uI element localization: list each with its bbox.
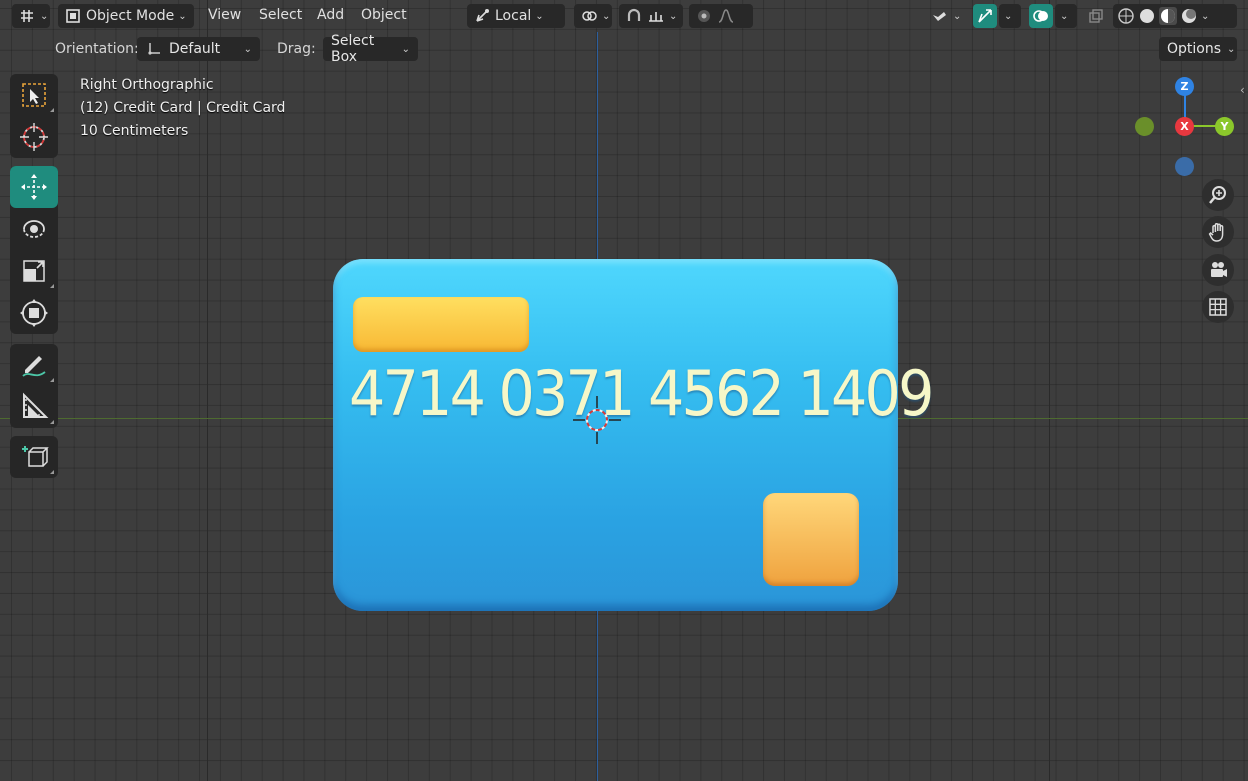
falloff-curve-icon[interactable] [717,7,735,25]
viewport-icon [18,7,36,25]
sidebar-toggle-icon[interactable]: ‹ [1240,83,1245,97]
rotate-icon[interactable] [10,208,58,250]
material-shading-icon[interactable] [1159,7,1177,25]
gizmo-dropdown[interactable]: ⌄ [999,4,1021,28]
orientation-label: Orientation: [55,41,139,57]
gizmo-x-axis[interactable]: X [1175,117,1194,136]
chevron-down-icon: ⌄ [40,10,49,22]
chevron-down-icon: ⌄ [1060,10,1069,22]
wireframe-shading-icon[interactable] [1117,7,1135,25]
viewport-header: ⌄ Object Mode ⌄ View Select Add Object L… [0,0,1248,32]
annotate-icon[interactable] [10,344,58,386]
object-mode-icon [64,7,82,25]
pan-button[interactable] [1202,216,1234,248]
chevron-down-icon: ⌄ [243,43,252,55]
camera-icon [1211,262,1227,277]
cursor-icon[interactable] [10,116,58,158]
ortho-grid-icon [1209,298,1227,316]
select-box-icon[interactable] [10,74,58,116]
transform-orientation-dropdown[interactable]: Local ⌄ [467,4,565,28]
view-name: Right Orthographic [80,77,214,93]
xray-icon [1087,7,1105,25]
gizmo-toggle[interactable] [973,4,997,28]
orientation-label: Local [495,8,532,24]
menu-select[interactable]: Select [259,7,302,23]
solid-shading-icon[interactable] [1138,7,1156,25]
3d-cursor-icon[interactable] [573,396,621,444]
gizmo-neg-y-axis[interactable] [1135,117,1154,136]
toolbar-group-annotate [10,344,58,428]
chevron-down-icon: ⌄ [602,10,611,22]
drag-dropdown[interactable]: Select Box ⌄ [323,33,418,65]
move-icon[interactable] [10,166,58,208]
visibility-dropdown[interactable]: ⌄ [925,4,967,28]
toolbar-group-add [10,436,58,478]
zoom-button[interactable] [1202,179,1234,211]
pan-hand-icon [1208,223,1224,242]
chevron-down-icon: ⌄ [1201,10,1210,22]
camera-frame-left [207,0,208,781]
scale-icon[interactable] [10,250,58,292]
card-stripe [353,297,529,352]
object-info: (12) Credit Card | Credit Card [80,100,286,116]
toolbar-group-select [10,74,58,158]
snap-group[interactable]: ⌄ [619,4,683,28]
pivot-icon [580,7,598,25]
card-number: 4714 0371 4562 1409 [349,357,934,430]
menu-object[interactable]: Object [361,7,407,23]
gizmo-icon [976,7,994,25]
overlay-dropdown[interactable]: ⌄ [1055,4,1077,28]
chevron-down-icon: ⌄ [535,10,544,22]
camera-frame-right [1049,0,1050,781]
editor-type-button[interactable]: ⌄ [12,4,50,28]
orientation-gizmo-icon [145,40,163,58]
chevron-down-icon: ⌄ [1227,43,1236,55]
orientation-local-icon [473,7,491,25]
overlay-icon [1032,7,1050,25]
xray-toggle[interactable] [1084,4,1108,28]
drag-label: Drag: [277,41,316,57]
mode-dropdown[interactable]: Object Mode ⌄ [58,4,194,28]
scale-info: 10 Centimeters [80,123,189,139]
measure-icon[interactable] [10,386,58,428]
snap-increment-icon[interactable] [647,7,665,25]
toolbar-group-transform [10,166,58,334]
gizmo-z-axis[interactable]: Z [1175,77,1194,96]
orientation-value: Default [169,41,221,57]
add-cube-icon[interactable] [10,436,58,478]
options-label: Options [1167,41,1222,57]
magnet-icon[interactable] [625,7,643,25]
transform-icon[interactable] [10,292,58,334]
chevron-down-icon: ⌄ [1004,10,1013,22]
overlay-toggle[interactable] [1029,4,1053,28]
ortho-toggle-button[interactable] [1202,291,1234,323]
orientation-dropdown[interactable]: Default ⌄ [137,37,260,61]
gizmo-y-axis[interactable]: Y [1215,117,1234,136]
drag-value: Select Box [331,33,375,65]
object-visibility-icon [931,7,949,25]
menu-view[interactable]: View [208,7,241,23]
card-chip [763,493,859,586]
mode-label: Object Mode [86,8,175,24]
rendered-shading-icon[interactable] [1180,7,1198,25]
zoom-icon [1209,186,1226,204]
shading-mode-group[interactable]: ⌄ [1113,4,1237,28]
options-dropdown[interactable]: Options ⌄ [1159,37,1237,61]
proportional-edit-icon[interactable] [695,7,713,25]
menu-add[interactable]: Add [317,7,344,23]
chevron-down-icon: ⌄ [401,43,410,55]
3d-viewport[interactable]: 4714 0371 4562 1409 [0,0,1248,781]
chevron-down-icon: ⌄ [178,10,187,22]
chevron-down-icon: ⌄ [953,10,962,22]
gizmo-neg-z-axis[interactable] [1175,157,1194,176]
chevron-down-icon: ⌄ [669,10,678,22]
proportional-edit-group[interactable] [689,4,753,28]
camera-view-button[interactable] [1202,254,1234,286]
pivot-point-dropdown[interactable]: ⌄ [574,4,612,28]
